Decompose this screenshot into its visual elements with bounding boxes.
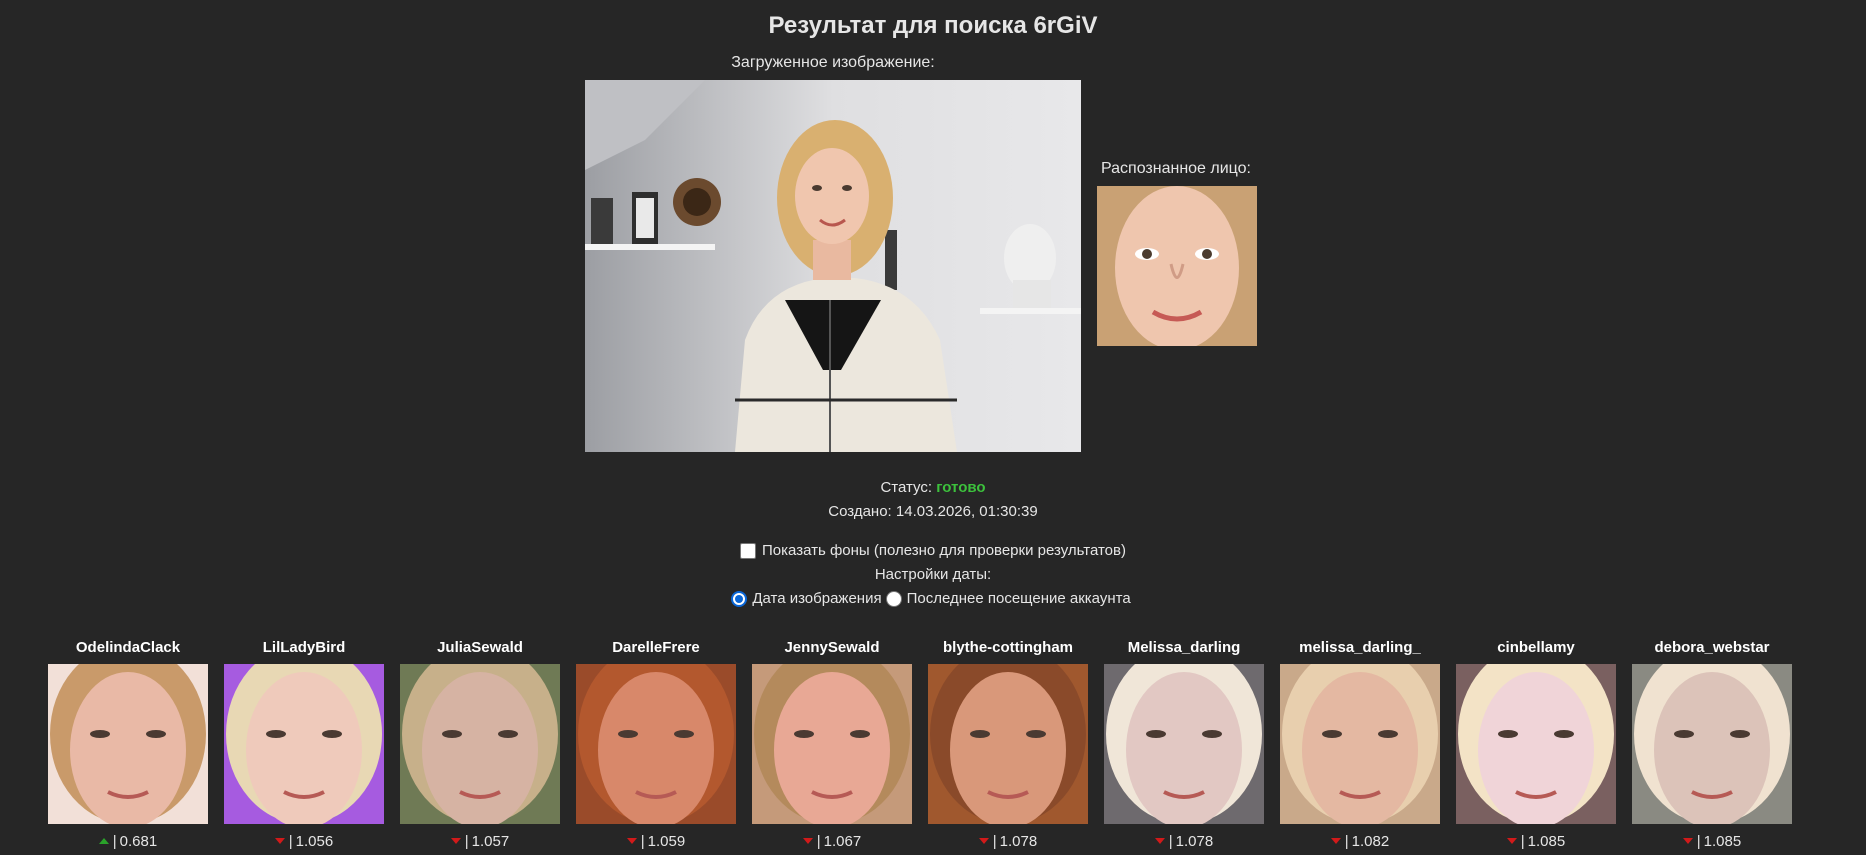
arrow-down-icon	[978, 838, 989, 844]
detected-face-label: Распознанное лицо:	[1100, 160, 1251, 177]
show-backgrounds-toggle[interactable]: Показать фоны (полезно для проверки резу…	[0, 542, 1866, 559]
arrow-down-icon	[1154, 838, 1165, 844]
result-card[interactable]: LilLadyBird | 1.056	[224, 638, 384, 850]
radio-last-visit-label: Последнее посещение аккаунта	[906, 590, 1131, 607]
score-separator: |	[112, 832, 117, 850]
result-thumbnail[interactable]	[48, 664, 208, 824]
radio-option-last-visit[interactable]: Последнее посещение аккаунта	[885, 590, 1131, 607]
result-card[interactable]: debora_webstar | 1.085	[1632, 638, 1792, 850]
result-score: | 0.681	[98, 832, 158, 850]
result-score: | 1.085	[1682, 832, 1742, 850]
result-card[interactable]: Melissa_darling | 1.078	[1104, 638, 1264, 850]
score-value: 1.056	[295, 832, 334, 850]
result-name[interactable]: cinbellamy	[1497, 638, 1575, 658]
detected-face-image[interactable]	[1097, 186, 1257, 346]
result-score: | 1.056	[274, 832, 334, 850]
date-settings-label: Настройки даты:	[874, 566, 992, 583]
radio-image-date[interactable]	[731, 590, 748, 607]
result-name[interactable]: OdelindaClack	[76, 638, 180, 658]
created-timestamp: Создано: 14.03.2026, 01:30:39	[828, 503, 1038, 520]
score-value: 1.078	[999, 832, 1038, 850]
status-line: Статус: готово	[0, 479, 1866, 496]
result-score: | 1.078	[1154, 832, 1214, 850]
score-value: 1.078	[1175, 832, 1214, 850]
result-thumbnail[interactable]	[1280, 664, 1440, 824]
score-separator: |	[816, 832, 821, 850]
result-score: | 1.078	[978, 832, 1038, 850]
result-name[interactable]: debora_webstar	[1654, 638, 1769, 658]
radio-image-date-label: Дата изображения	[752, 590, 882, 607]
date-settings-options: Дата изображения Последнее посещение акк…	[0, 590, 1866, 607]
status-label: Статус:	[880, 479, 933, 496]
result-name[interactable]: JuliaSewald	[437, 638, 523, 658]
arrow-down-icon	[1506, 838, 1517, 844]
arrow-down-icon	[274, 838, 285, 844]
arrow-down-icon	[626, 838, 637, 844]
result-card[interactable]: melissa_darling_ | 1.082	[1280, 638, 1440, 850]
page-title: Результат для поиска 6rGiV	[768, 12, 1098, 39]
result-score: | 1.057	[450, 832, 510, 850]
result-name[interactable]: melissa_darling_	[1299, 638, 1421, 658]
result-thumbnail[interactable]	[1104, 664, 1264, 824]
result-thumbnail[interactable]	[400, 664, 560, 824]
arrow-down-icon	[1330, 838, 1341, 844]
score-value: 1.082	[1351, 832, 1390, 850]
result-thumbnail[interactable]	[1456, 664, 1616, 824]
result-name[interactable]: blythe-cottingham	[943, 638, 1073, 658]
result-thumbnail[interactable]	[928, 664, 1088, 824]
radio-option-image-date[interactable]: Дата изображения	[731, 590, 882, 607]
result-name[interactable]: JennySewald	[784, 638, 879, 658]
result-card[interactable]: JennySewald | 1.067	[752, 638, 912, 850]
score-value: 1.085	[1527, 832, 1566, 850]
status-value: готово	[936, 479, 986, 496]
uploaded-image[interactable]	[585, 80, 1081, 452]
radio-last-visit[interactable]	[885, 590, 902, 607]
result-thumbnail[interactable]	[752, 664, 912, 824]
result-card[interactable]: JuliaSewald | 1.057	[400, 638, 560, 850]
result-thumbnail[interactable]	[1632, 664, 1792, 824]
show-backgrounds-label: Показать фоны (полезно для проверки резу…	[762, 542, 1126, 559]
result-score: | 1.082	[1330, 832, 1390, 850]
score-separator: |	[1344, 832, 1349, 850]
results-list: OdelindaClack | 0.681 LilLadyBird | 1.056 Juli…	[48, 638, 1792, 850]
show-backgrounds-checkbox[interactable]	[740, 542, 757, 559]
result-name[interactable]: LilLadyBird	[263, 638, 346, 658]
arrow-down-icon	[450, 838, 461, 844]
result-card[interactable]: cinbellamy | 1.085	[1456, 638, 1616, 850]
result-thumbnail[interactable]	[576, 664, 736, 824]
result-score: | 1.067	[802, 832, 862, 850]
uploaded-photo-illustration	[585, 80, 1081, 452]
arrow-down-icon	[1682, 838, 1693, 844]
page: Результат для поиска 6rGiV Загруженное и…	[0, 0, 1866, 855]
score-separator: |	[1520, 832, 1525, 850]
score-separator: |	[1696, 832, 1701, 850]
result-card[interactable]: blythe-cottingham | 1.078	[928, 638, 1088, 850]
result-name[interactable]: DarelleFrere	[612, 638, 700, 658]
score-separator: |	[464, 832, 469, 850]
arrow-down-icon	[802, 838, 813, 844]
result-card[interactable]: OdelindaClack | 0.681	[48, 638, 208, 850]
result-score: | 1.085	[1506, 832, 1566, 850]
score-value: 1.067	[823, 832, 862, 850]
score-value: 0.681	[119, 832, 158, 850]
score-value: 1.059	[647, 832, 686, 850]
score-separator: |	[992, 832, 997, 850]
uploaded-image-label: Загруженное изображение:	[731, 54, 935, 71]
score-separator: |	[288, 832, 293, 850]
result-score: | 1.059	[626, 832, 686, 850]
arrow-up-icon	[98, 838, 109, 844]
detected-face-illustration	[1097, 186, 1257, 346]
score-separator: |	[640, 832, 645, 850]
score-value: 1.057	[471, 832, 510, 850]
result-card[interactable]: DarelleFrere | 1.059	[576, 638, 736, 850]
score-separator: |	[1168, 832, 1173, 850]
result-thumbnail[interactable]	[224, 664, 384, 824]
score-value: 1.085	[1703, 832, 1742, 850]
result-name[interactable]: Melissa_darling	[1128, 638, 1241, 658]
